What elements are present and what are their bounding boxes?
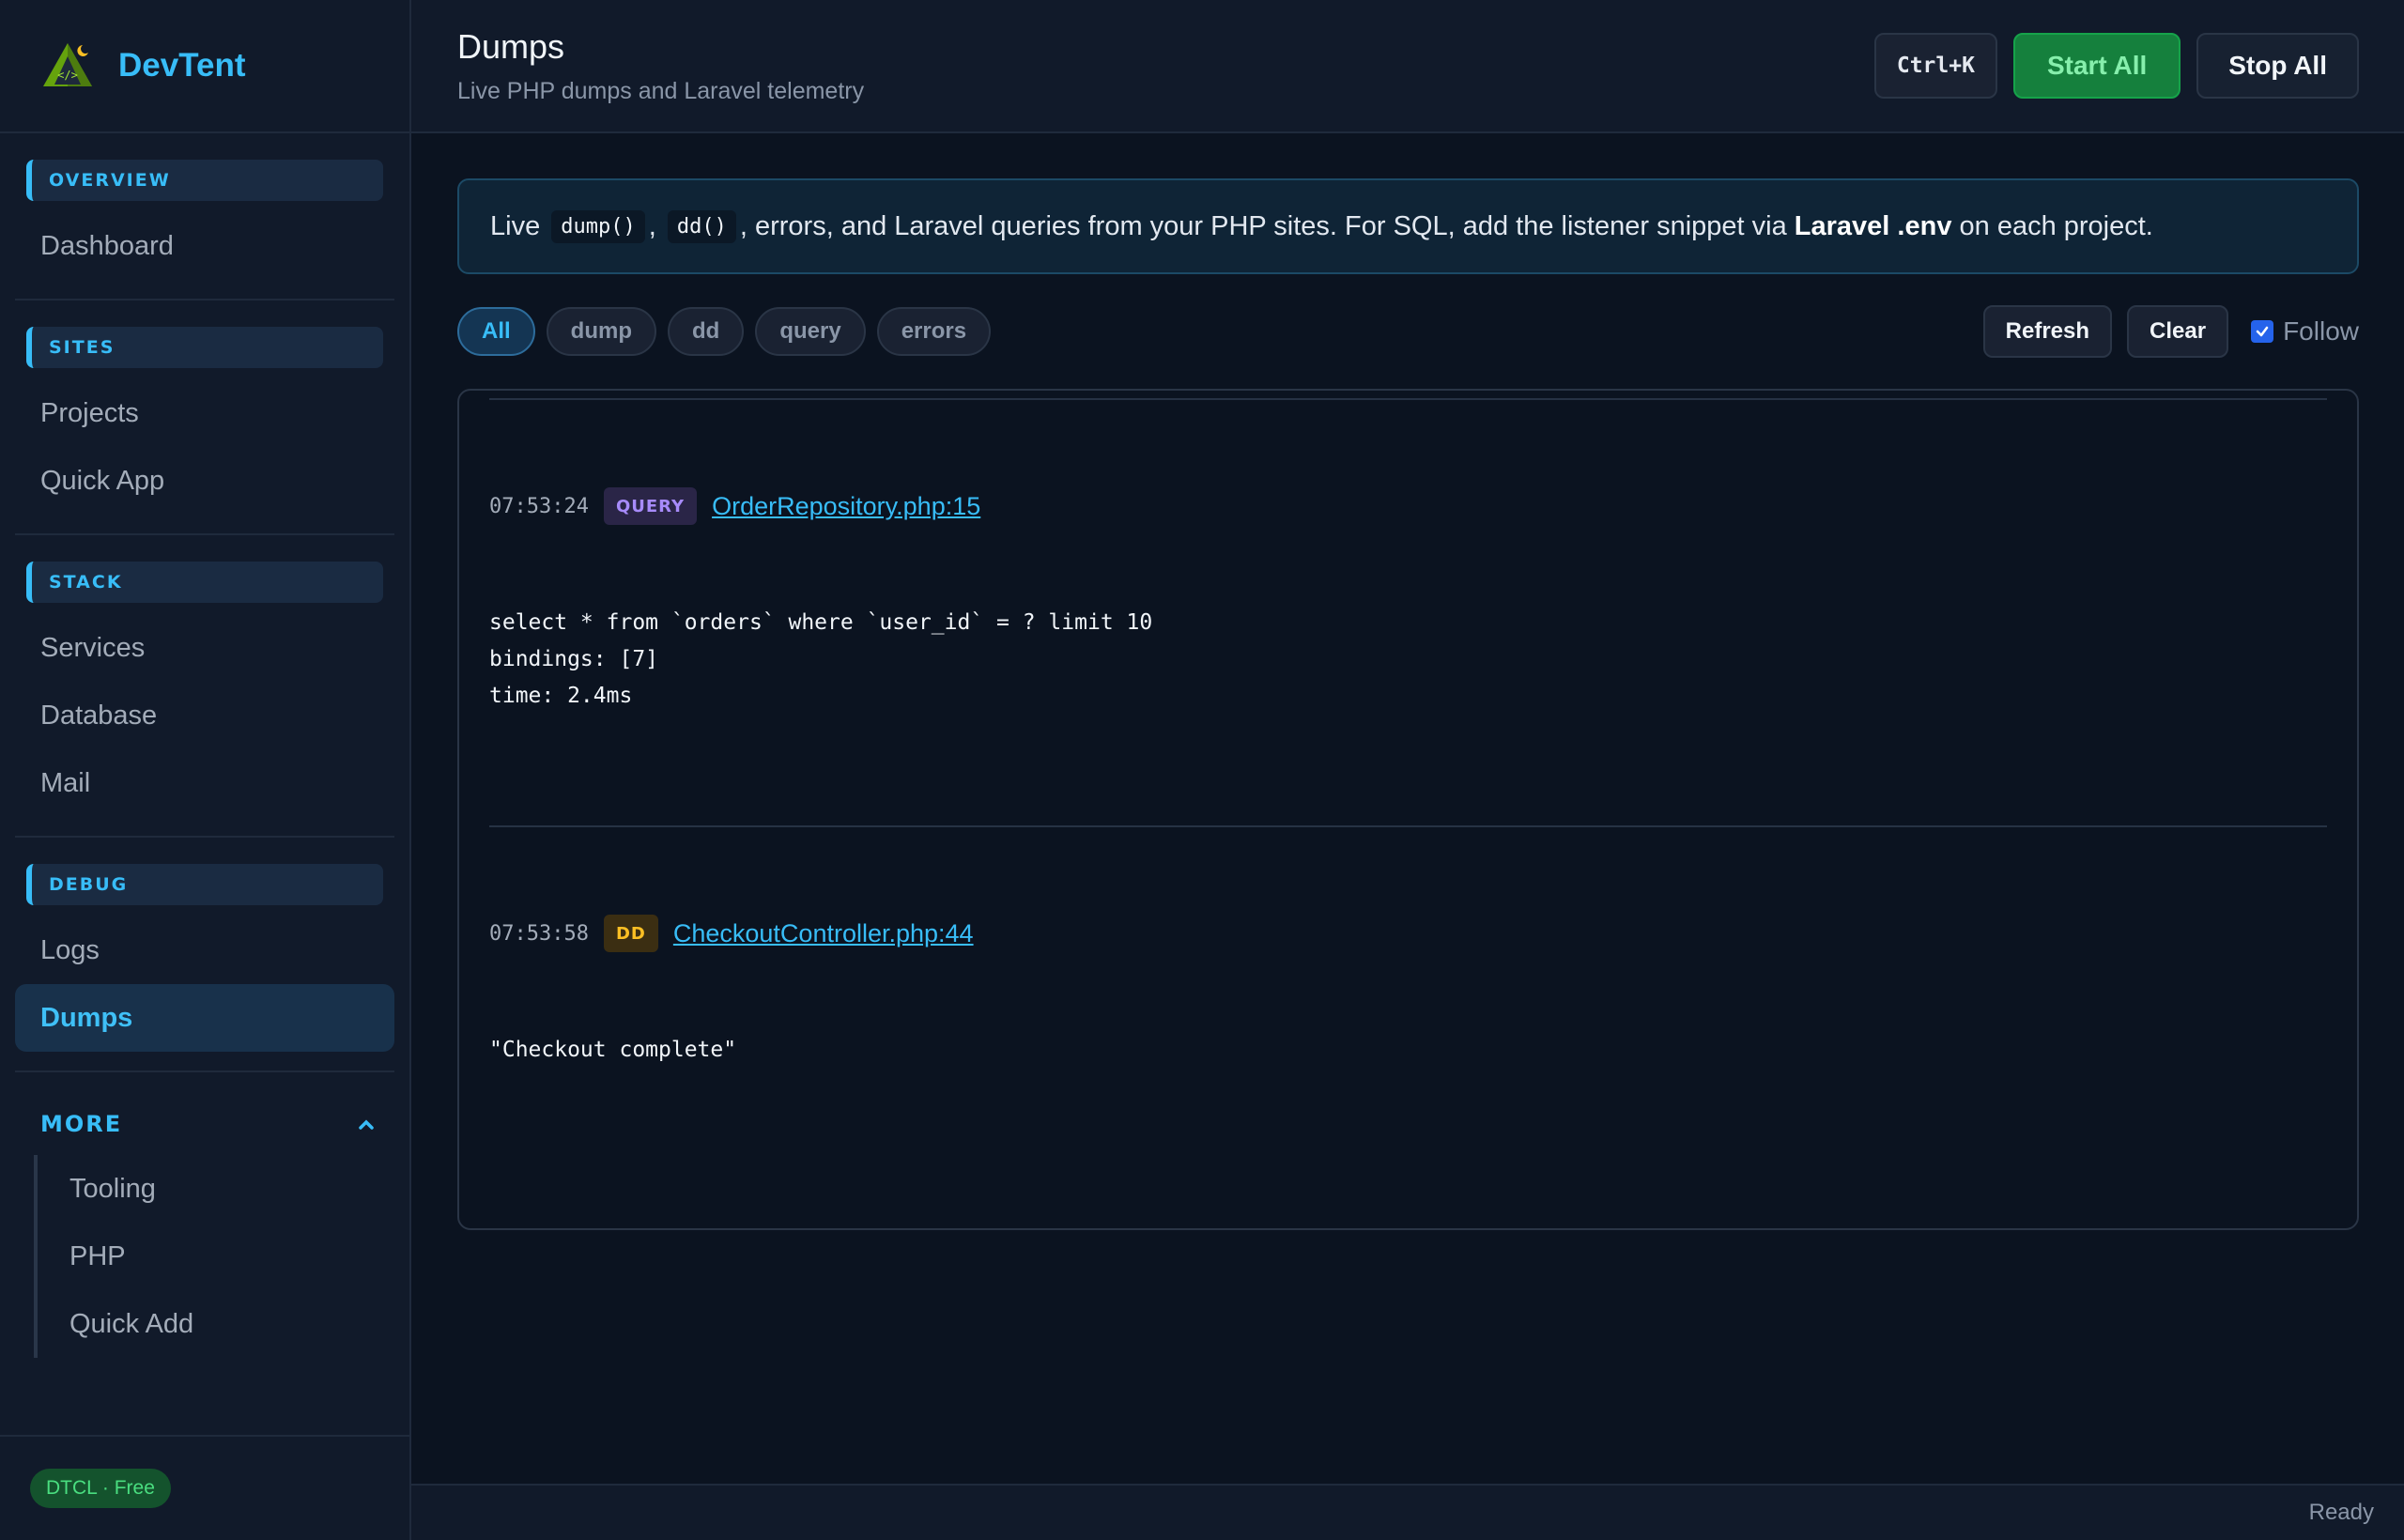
log-entry: 07:53:24 QUERY OrderRepository.php:15 se… bbox=[489, 486, 2327, 715]
sidebar-item-logs[interactable]: Logs bbox=[15, 916, 394, 984]
entry-source-link[interactable]: OrderRepository.php:15 bbox=[712, 492, 980, 521]
filter-chip-dump[interactable]: dump bbox=[546, 307, 656, 356]
header-actions: Ctrl+K Start All Stop All bbox=[1873, 33, 2359, 99]
log-entry: 07:53:58 DD CheckoutController.php:44 "C… bbox=[489, 914, 2327, 1069]
banner-code-dd: dd() bbox=[667, 209, 736, 243]
log-tools: Refresh Clear Follow bbox=[1982, 305, 2359, 358]
banner-text: on each project. bbox=[1951, 210, 2153, 241]
section-heading: DEBUG bbox=[26, 864, 383, 905]
start-all-button[interactable]: Start All bbox=[2012, 33, 2181, 99]
section-heading: OVERVIEW bbox=[26, 160, 383, 201]
main-area: Dumps Live PHP dumps and Laravel telemet… bbox=[411, 0, 2404, 1540]
sidebar-item-dumps[interactable]: Dumps bbox=[15, 984, 394, 1052]
more-toggle[interactable]: MORE bbox=[0, 1093, 409, 1155]
entry-type-badge: QUERY bbox=[603, 487, 698, 525]
sidebar: </> DevTent OVERVIEW Dashboard SITES Pro… bbox=[0, 0, 411, 1540]
page-title: Dumps bbox=[457, 26, 565, 66]
entry-timestamp: 07:53:24 bbox=[489, 494, 589, 518]
nav-section-stack: STACK Services Database Mail bbox=[15, 535, 394, 838]
banner-text: , errors, and Laravel queries from your … bbox=[739, 210, 1795, 241]
filter-row: All dump dd query errors Refresh Clear F… bbox=[457, 305, 2359, 358]
filter-chip-query[interactable]: query bbox=[755, 307, 866, 356]
title-block: Dumps Live PHP dumps and Laravel telemet… bbox=[457, 27, 864, 105]
banner-text: Live bbox=[490, 210, 548, 241]
banner-bold: Laravel .env bbox=[1794, 210, 1952, 241]
section-heading: STACK bbox=[26, 562, 383, 603]
filter-chip-all[interactable]: All bbox=[457, 307, 535, 356]
stop-all-button[interactable]: Stop All bbox=[2196, 33, 2359, 99]
entry-type-badge: DD bbox=[603, 915, 658, 952]
entry-divider bbox=[489, 825, 2327, 827]
follow-checkbox[interactable] bbox=[2251, 320, 2274, 343]
sidebar-item-php[interactable]: PHP bbox=[38, 1223, 409, 1290]
content: Live dump() , dd() , errors, and Laravel… bbox=[411, 133, 2404, 1230]
dump-log-panel[interactable]: 07:53:24 QUERY OrderRepository.php:15 se… bbox=[457, 389, 2359, 1230]
tent-logo-icon: </> bbox=[43, 43, 92, 86]
sidebar-footer: DTCL · Free bbox=[0, 1435, 409, 1540]
section-heading: SITES bbox=[26, 327, 383, 368]
sidebar-item-database[interactable]: Database bbox=[15, 682, 394, 749]
filter-chips: All dump dd query errors bbox=[457, 307, 992, 356]
follow-label: Follow bbox=[2283, 316, 2359, 346]
brand[interactable]: </> DevTent bbox=[0, 0, 409, 133]
banner-code-dump: dump() bbox=[551, 209, 645, 243]
entry-divider bbox=[489, 398, 2327, 400]
sidebar-item-projects[interactable]: Projects bbox=[15, 379, 394, 447]
svg-text:</>: </> bbox=[57, 69, 78, 82]
entry-source-link[interactable]: CheckoutController.php:44 bbox=[673, 919, 974, 948]
nav-section-debug: DEBUG Logs Dumps bbox=[15, 838, 394, 1072]
status-text: Ready bbox=[2308, 1500, 2374, 1525]
more-list: Tooling PHP Quick Add bbox=[34, 1155, 409, 1358]
nav-section-overview: OVERVIEW Dashboard bbox=[15, 133, 394, 300]
app-root: </> DevTent OVERVIEW Dashboard SITES Pro… bbox=[0, 0, 2404, 1540]
entry-header: 07:53:24 QUERY OrderRepository.php:15 bbox=[489, 486, 2327, 526]
sidebar-item-services[interactable]: Services bbox=[15, 614, 394, 682]
filter-chip-errors[interactable]: errors bbox=[876, 307, 992, 356]
sidebar-item-tooling[interactable]: Tooling bbox=[38, 1155, 409, 1223]
chevron-up-icon bbox=[359, 1119, 374, 1130]
status-bar: Ready bbox=[411, 1484, 2404, 1540]
sidebar-item-quick-app[interactable]: Quick App bbox=[15, 447, 394, 515]
check-icon bbox=[2256, 326, 2269, 337]
info-banner: Live dump() , dd() , errors, and Laravel… bbox=[457, 178, 2359, 274]
follow-toggle[interactable]: Follow bbox=[2251, 316, 2359, 346]
plan-badge: DTCL · Free bbox=[30, 1469, 171, 1508]
filter-chip-dd[interactable]: dd bbox=[668, 307, 745, 356]
brand-name: DevTent bbox=[118, 47, 246, 84]
entry-header: 07:53:58 DD CheckoutController.php:44 bbox=[489, 914, 2327, 953]
topbar: Dumps Live PHP dumps and Laravel telemet… bbox=[411, 0, 2404, 133]
page-subtitle: Live PHP dumps and Laravel telemetry bbox=[457, 77, 865, 104]
entry-body: select * from `orders` where `user_id` =… bbox=[489, 610, 1153, 708]
entry-body: "Checkout complete" bbox=[489, 1038, 737, 1062]
banner-text: , bbox=[648, 210, 664, 241]
more-heading: MORE bbox=[40, 1111, 123, 1137]
sidebar-item-mail[interactable]: Mail bbox=[15, 749, 394, 817]
sidebar-item-dashboard[interactable]: Dashboard bbox=[15, 212, 394, 280]
command-palette-button[interactable]: Ctrl+K bbox=[1873, 33, 1997, 99]
nav-section-sites: SITES Projects Quick App bbox=[15, 300, 394, 535]
entry-timestamp: 07:53:58 bbox=[489, 921, 589, 946]
refresh-button[interactable]: Refresh bbox=[1982, 305, 2113, 358]
clear-button[interactable]: Clear bbox=[2127, 305, 2229, 358]
sidebar-item-quick-add[interactable]: Quick Add bbox=[38, 1290, 409, 1358]
